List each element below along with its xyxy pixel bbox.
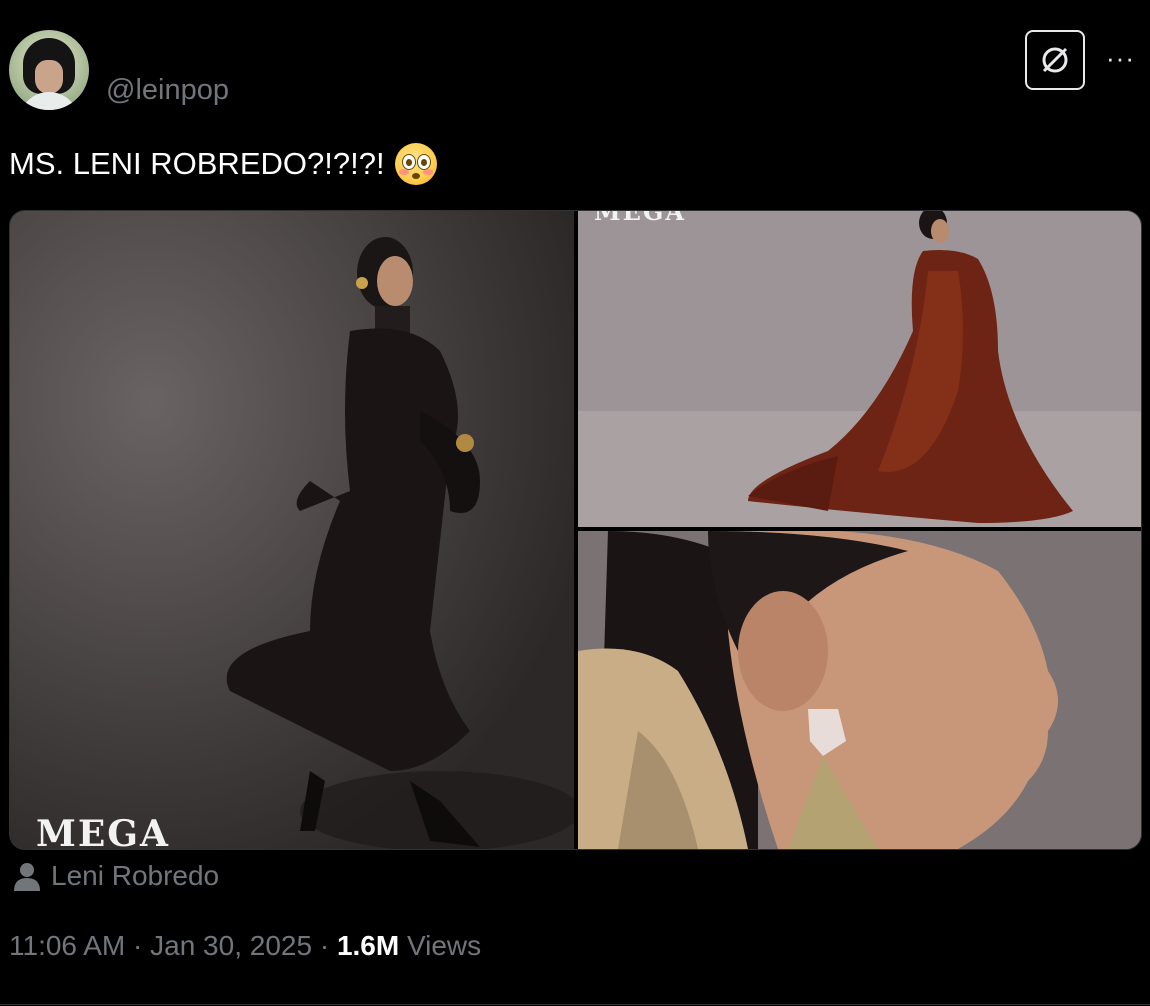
person-icon	[14, 863, 40, 891]
divider	[0, 1004, 1150, 1005]
photo-red-coat[interactable]: MEGA	[578, 211, 1141, 527]
tagged-person[interactable]: Leni Robredo	[13, 860, 219, 892]
meta-separator: ·	[319, 930, 330, 961]
watermark-mega-top: MEGA	[594, 211, 686, 226]
grok-button[interactable]	[1025, 30, 1085, 90]
views-label: Views	[406, 930, 482, 961]
user-handle[interactable]: @leinpop	[106, 74, 229, 107]
more-options-icon[interactable]: ···	[1106, 45, 1135, 71]
flushed-face-emoji	[394, 143, 437, 185]
tweet-text: MS. LENI ROBREDO?!?!?!	[9, 143, 437, 185]
avatar[interactable]	[9, 30, 89, 110]
tagged-person-name: Leni Robredo	[51, 860, 220, 891]
meta-separator: ·	[133, 930, 143, 961]
watermark-mega: MEGA	[36, 813, 170, 849]
views-count: 1.6M	[336, 930, 400, 961]
photo-profile-earring[interactable]	[578, 531, 1141, 849]
tweet-date[interactable]: Jan 30, 2025	[150, 930, 312, 961]
media-grid: MEGA MEGA	[9, 210, 1142, 850]
tweet-time[interactable]: 11:06 AM	[9, 930, 125, 961]
tweet-text-content: MS. LENI ROBREDO?!?!?!	[9, 146, 385, 181]
tweet-meta: 11:06 AM · Jan 30, 2025 · 1.6M Views	[9, 930, 481, 962]
photo-black-dress[interactable]: MEGA	[10, 211, 574, 849]
grok-icon	[1042, 47, 1068, 73]
